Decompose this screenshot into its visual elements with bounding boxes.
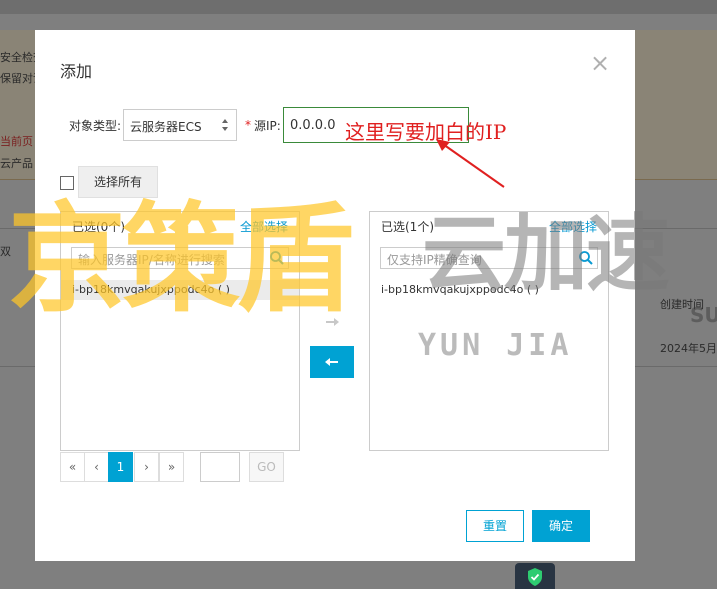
move-left-button[interactable]: [310, 346, 354, 378]
prev-page-button[interactable]: ‹: [84, 452, 109, 482]
source-ip-label: 源IP:: [254, 119, 281, 133]
close-icon[interactable]: ×: [589, 50, 611, 76]
reset-button[interactable]: 重置: [466, 510, 524, 542]
go-button[interactable]: GO: [249, 452, 284, 482]
object-type-select[interactable]: 云服务器ECS: [123, 109, 237, 141]
background-header: [0, 0, 717, 14]
last-page-button[interactable]: »: [159, 452, 184, 482]
watermark-left: 京策盾: [8, 190, 354, 328]
page-1-button[interactable]: 1: [108, 452, 133, 482]
annotation-arrow-icon: [436, 139, 505, 188]
object-type-label: 对象类型:: [69, 119, 122, 133]
watermark-su: SU: [690, 303, 717, 327]
next-page-button[interactable]: ›: [134, 452, 159, 482]
background-products-line: 云产品: [0, 157, 33, 170]
required-mark: *: [245, 118, 251, 132]
watermark-right: 云加速: [422, 205, 670, 303]
source-ip-value: 0.0.0.0: [290, 118, 336, 133]
sort-arrows-icon: [222, 119, 228, 131]
select-all-checkbox[interactable]: [60, 176, 74, 190]
first-page-button[interactable]: «: [60, 452, 85, 482]
security-badge[interactable]: [515, 563, 555, 589]
confirm-button[interactable]: 确定: [532, 510, 590, 542]
page-number-input[interactable]: [200, 452, 240, 482]
dialog-title: 添加: [60, 62, 93, 81]
arrow-left-icon: [325, 358, 338, 366]
watermark-sub: YUN JIA: [418, 328, 573, 363]
object-type-value: 云服务器ECS: [130, 120, 202, 134]
background-red-line: 当前页: [0, 135, 33, 148]
background-created-time-value: 2024年5月: [660, 342, 717, 355]
shield-check-icon: [528, 568, 542, 586]
